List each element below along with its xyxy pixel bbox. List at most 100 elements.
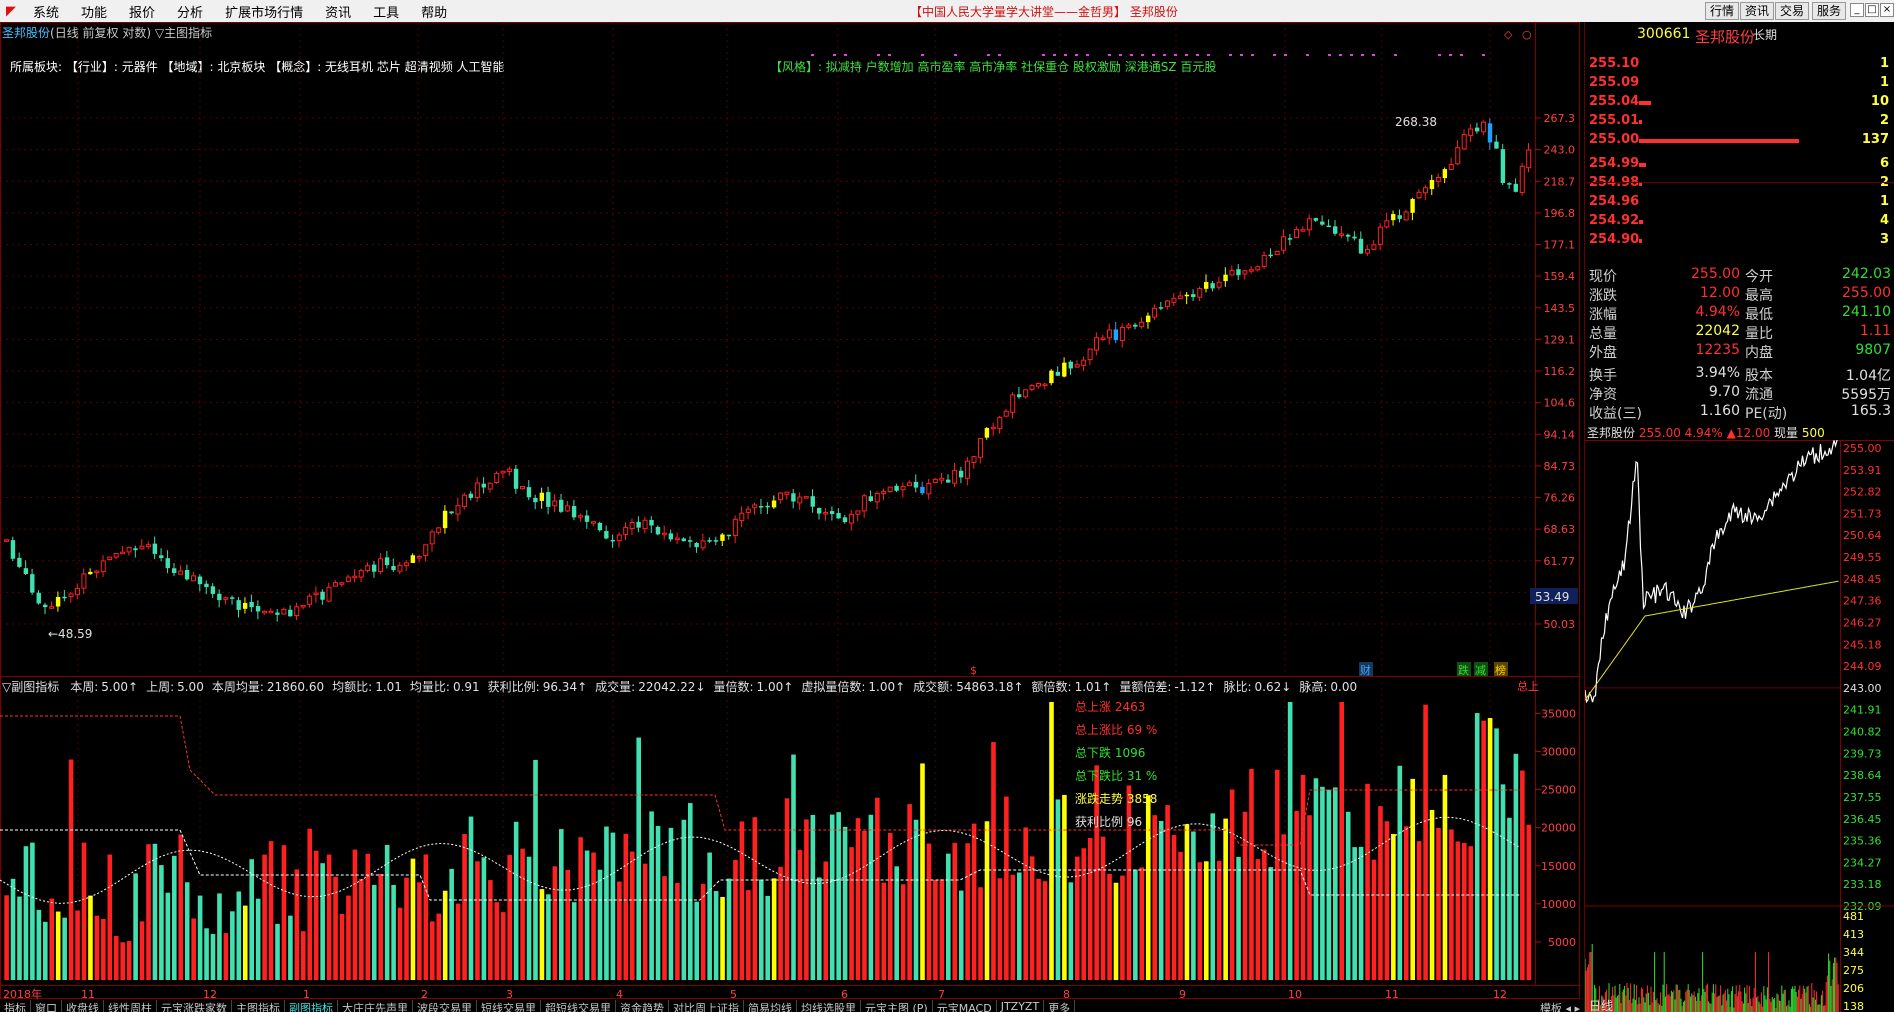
candle-body (610, 539, 615, 542)
candle-body (552, 500, 558, 507)
event-mark[interactable]: 减 (1475, 664, 1486, 677)
indicator-tab[interactable]: JTZYZT (997, 1000, 1045, 1012)
event-mark[interactable]: 财 (1360, 663, 1371, 677)
volume-bar (662, 876, 667, 980)
candle-body (1165, 300, 1170, 307)
stat-line: 涨跌走势 3858 (1075, 792, 1158, 806)
minimize-icon[interactable]: _ (1850, 3, 1864, 17)
date-tick-label: 5 (730, 988, 737, 1000)
volume-bar (507, 854, 512, 980)
volume-bar (1513, 753, 1519, 980)
candle-body (700, 540, 706, 549)
kline-chart[interactable]: 267.3 243.0 218.7 196.8 177.1 159.4 143.5 129.1… (0, 0, 1580, 1000)
indicator-tab[interactable]: 对比周上证指 (669, 1000, 744, 1012)
event-mark[interactable]: $ (970, 664, 977, 677)
volume-bar (326, 854, 332, 980)
ask-row[interactable]: 255.10 1 (1585, 56, 1894, 75)
volume-bar (771, 878, 777, 980)
trade-button[interactable]: 交易 (1775, 2, 1810, 20)
candle-body (1455, 147, 1461, 165)
service-button[interactable]: 服务 (1812, 2, 1847, 20)
volume-tick-label: 5000 (1548, 936, 1576, 949)
volume-bar (217, 893, 222, 980)
volume-bar (1410, 778, 1415, 980)
indicator-tab[interactable]: 主图指标 (232, 1000, 285, 1012)
intraday-tick-label: 246.27 (1843, 616, 1882, 629)
indicator-tab[interactable]: 均线选股里 (797, 1000, 861, 1012)
news-button[interactable]: 资讯 (1740, 2, 1775, 20)
quote-label: 净资 (1589, 387, 1617, 403)
volume-bar (623, 833, 629, 980)
signal-dot (987, 54, 990, 56)
indicator-tab[interactable]: 大庄庄先声里 (338, 1000, 413, 1012)
ask-row[interactable]: 255.01 2 (1585, 113, 1894, 132)
indicator-tab[interactable]: 超短线交易里 (541, 1000, 616, 1012)
candle-body (1119, 326, 1125, 342)
volume-bar (1184, 824, 1190, 980)
volume-bar (875, 797, 880, 980)
diamond-icon[interactable]: ◇ (1504, 28, 1513, 41)
candle-body (1049, 370, 1054, 384)
tab-scroll-icon[interactable]: 模板 ◂ ▸ (1540, 1000, 1580, 1012)
candle-body (971, 456, 977, 463)
intraday-tick-label: 249.55 (1843, 551, 1882, 564)
volume-bar (307, 828, 313, 980)
circle-icon[interactable]: ○ (1522, 28, 1532, 41)
indicator-tab[interactable]: 收盘线 (62, 1000, 104, 1012)
volume-bar (655, 825, 661, 980)
candle-body (17, 557, 22, 567)
indicator-tab[interactable]: 线性周柱 (104, 1000, 157, 1012)
price-tick-label: 218.7 (1544, 175, 1576, 188)
intraday-avg-line (1585, 580, 1839, 701)
sub-header-label[interactable]: ▽副图指标 (2, 680, 59, 694)
stat-line: 总上涨 2463 (1075, 700, 1146, 714)
intraday-vol-tick-label: 481 (1843, 910, 1864, 923)
ask-row[interactable]: 255.04 10 (1585, 94, 1894, 113)
candle-body (223, 597, 229, 600)
sub-header-item: 本周均量: 21860.60 (212, 680, 324, 694)
candle-body (649, 519, 654, 526)
candle-body (784, 491, 790, 495)
event-mark[interactable]: 榜 (1495, 663, 1506, 677)
indicator-tab[interactable]: 简易均线 (744, 1000, 797, 1012)
maximize-icon[interactable]: □ (1865, 3, 1879, 17)
panel-stock-name: 圣邦股份 (1695, 28, 1756, 46)
date-tick-label: 2018年 (3, 987, 42, 1000)
ask-bar (1639, 101, 1651, 105)
volume-bar (920, 763, 925, 980)
indicator-tab[interactable]: 短线交易里 (477, 1000, 541, 1012)
indicator-tab[interactable]: 窗口 (31, 1000, 62, 1012)
candle-body (494, 472, 500, 484)
bid-row[interactable]: 254.99 6 (1585, 156, 1894, 175)
intraday-chart[interactable]: 255.00 253.91 252.82 251.73 250.64 249.55 248.… (1585, 440, 1894, 1012)
bid-row[interactable]: 254.92 4 (1585, 213, 1894, 232)
sub-header-value: 1.01 (375, 680, 402, 694)
quote-label: 换手 (1589, 368, 1617, 384)
indicator-tab[interactable]: 元宝MACD (933, 1000, 997, 1012)
indicator-tab[interactable]: 副图指标 (285, 1000, 338, 1012)
ask-row[interactable]: 255.00 137 (1585, 132, 1894, 151)
close-icon[interactable]: × (1880, 3, 1894, 17)
indicator-tab[interactable]: 资金趋势 (616, 1000, 669, 1012)
quote-button[interactable]: 行情 (1705, 2, 1740, 20)
volume-bar (1333, 787, 1338, 980)
volume-bar (146, 844, 151, 980)
candle-body (604, 531, 609, 539)
bid-row[interactable]: 254.96 1 (1585, 194, 1894, 213)
candle-body (842, 517, 848, 523)
indicator-tab[interactable]: 波段交易里 (413, 1000, 477, 1012)
sub-header-value: 1.01↑ (1074, 680, 1112, 694)
indicator-tab[interactable]: 元宝主图 (P) (861, 1000, 933, 1012)
indicator-tab[interactable]: 指标 (0, 1000, 31, 1012)
bid-row[interactable]: 254.982 (1585, 175, 1894, 194)
signal-dot (833, 54, 836, 56)
quote-value: 1.11 (1859, 323, 1891, 339)
volume-bar (1436, 827, 1441, 980)
ask-row[interactable]: 255.09 1 (1585, 75, 1894, 94)
indicator-tab[interactable]: 元宝涨跌家数 (157, 1000, 232, 1012)
event-mark[interactable]: 跌 (1458, 663, 1469, 677)
volume-bar (984, 821, 990, 980)
period-label[interactable]: 日线 (1589, 999, 1613, 1012)
bid-row[interactable]: 254.90 3 (1585, 232, 1894, 251)
indicator-tab[interactable]: 更多 (1044, 1000, 1076, 1012)
